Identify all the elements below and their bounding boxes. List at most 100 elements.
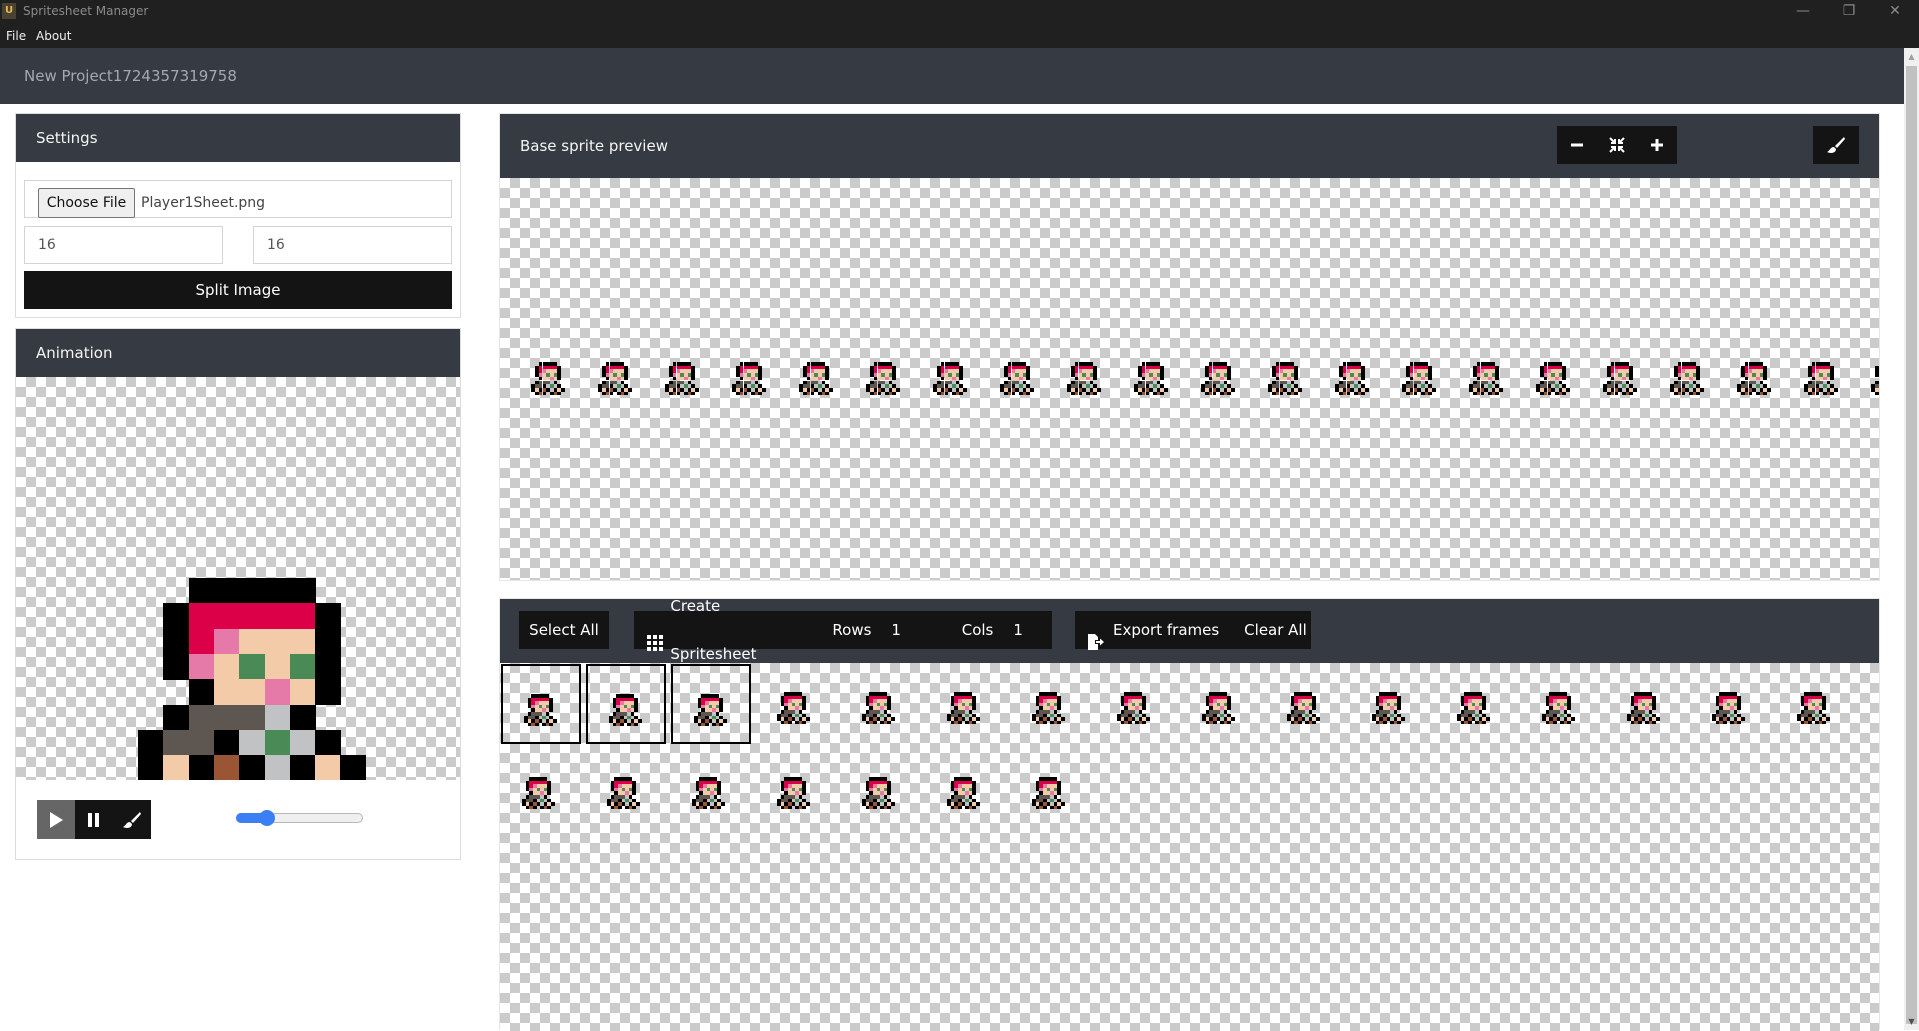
preview-panel: Base sprite preview [499,113,1880,581]
sprite-pixel [289,578,316,604]
sprite-pixel [289,603,316,630]
frame-thumbnail[interactable] [1266,664,1346,744]
zoom-in-icon [1651,139,1663,151]
frame-thumbnail[interactable] [1521,664,1601,744]
sprite-pixel [163,755,190,780]
sprite-pixel [315,653,342,680]
frame-thumbnail[interactable] [671,749,751,829]
sprite-pixel [239,755,266,780]
sprite-pixel [213,679,240,706]
frames-toolbar: Select All Create Spritesheet Rows 1 Col… [500,597,1879,663]
frame-thumbnail[interactable] [586,749,666,829]
cols-label: Cols [961,621,994,639]
frame-height-input[interactable]: 16 [253,226,452,264]
brush-icon [1827,137,1845,153]
sprite-pixel [213,729,240,756]
minimize-button[interactable]: — [1780,0,1826,24]
sprite-pixel [213,603,240,630]
close-button[interactable]: ✕ [1872,0,1918,24]
fit-button[interactable] [1597,126,1637,164]
frame-thumbnail[interactable] [926,749,1006,829]
frame-thumbnail[interactable] [1691,664,1771,744]
frame-thumbnail[interactable] [1181,664,1261,744]
sprite-pixel [289,729,316,756]
sprite-pixel [213,628,240,655]
play-button[interactable] [37,800,75,839]
export-frames-button[interactable]: Export frames [1113,606,1219,654]
create-spritesheet-group: Create Spritesheet Rows 1 Cols 1 [634,597,1052,663]
frames-panel: Select All Create Spritesheet Rows 1 Col… [499,597,1880,1031]
split-image-button[interactable]: Split Image [24,271,452,309]
zoom-in-button[interactable] [1637,126,1677,164]
settings-title: Settings [16,114,460,162]
animation-panel: Animation [15,328,461,860]
sprite-pixel [138,755,164,780]
sprite-pixel [163,603,190,630]
frame-thumbnail[interactable] [1351,664,1431,744]
sprite-pixel [315,729,342,756]
sprite-pixel [188,755,215,780]
file-input[interactable]: Choose File Player1Sheet.png [24,180,452,218]
frame-thumbnail[interactable] [1096,664,1176,744]
preview-canvas [500,178,1879,580]
frame-thumbnail[interactable] [501,749,581,829]
frame-thumbnail[interactable] [841,664,921,744]
sprite-pixel [188,628,215,655]
frame-thumbnail[interactable] [926,664,1006,744]
choose-file-button[interactable]: Choose File [38,188,135,218]
preview-brush-button[interactable] [1813,126,1859,164]
sprite-pixel [289,679,316,706]
frame-thumbnail[interactable] [1011,664,1091,744]
window-title: Spritesheet Manager [23,4,149,18]
maximize-button[interactable]: ❐ [1826,0,1872,24]
sprite-pixel [289,653,316,680]
frame-thumbnail[interactable] [756,664,836,744]
zoom-toolbar [1557,126,1677,164]
scroll-down-icon[interactable]: ▼ [1904,1013,1919,1030]
slider-thumb[interactable] [259,810,276,826]
rows-label: Rows [832,621,872,639]
pause-button[interactable] [75,800,113,839]
frame-thumbnail[interactable] [756,749,836,829]
clear-all-button[interactable]: Clear All [1244,606,1307,654]
brush-icon [123,811,141,828]
sprite-pixel [264,755,291,780]
menu-about[interactable]: About [36,29,71,43]
frame-thumbnail[interactable] [1011,749,1091,829]
sprite-pixel [315,603,342,630]
sprite-pixel [239,603,266,630]
sprite-pixel [239,578,266,604]
scroll-up-icon[interactable]: ▲ [1904,48,1919,65]
menu-file[interactable]: File [6,29,26,43]
rows-input[interactable]: 1 [891,606,939,654]
select-all-label: Select All [529,621,599,639]
sprite-pixel [163,704,190,731]
sprite-pixel [340,755,367,780]
frame-thumbnail[interactable] [501,664,581,744]
frame-thumbnail[interactable] [671,664,751,744]
sprite-pixel [264,628,291,655]
sprite-pixel [264,729,291,756]
zoom-out-button[interactable] [1557,126,1597,164]
frame-thumbnail[interactable] [841,749,921,829]
sprite-pixel [289,628,316,655]
animation-controls [37,800,151,839]
project-name: New Project1724357319758 [24,67,237,85]
scrollbar-thumb[interactable] [1906,66,1917,1024]
select-all-button[interactable]: Select All [519,611,609,649]
frame-thumbnail[interactable] [1606,664,1686,744]
cols-input[interactable]: 1 [1013,606,1052,654]
frame-thumbnail[interactable] [1776,664,1856,744]
frame-thumbnail[interactable] [1436,664,1516,744]
speed-slider[interactable] [236,810,363,826]
frame-width-input[interactable]: 16 [24,226,223,264]
sprite-pixel [264,603,291,630]
sprite-pixel [163,628,190,655]
page-scrollbar[interactable]: ▲ ▼ [1904,48,1919,1030]
sprite-pixel [213,578,240,604]
sprite-pixel [239,729,266,756]
brush-button[interactable] [113,800,151,839]
frame-thumbnail[interactable] [586,664,666,744]
sprite-pixel [163,729,190,756]
menu-bar: File About [0,24,1919,48]
